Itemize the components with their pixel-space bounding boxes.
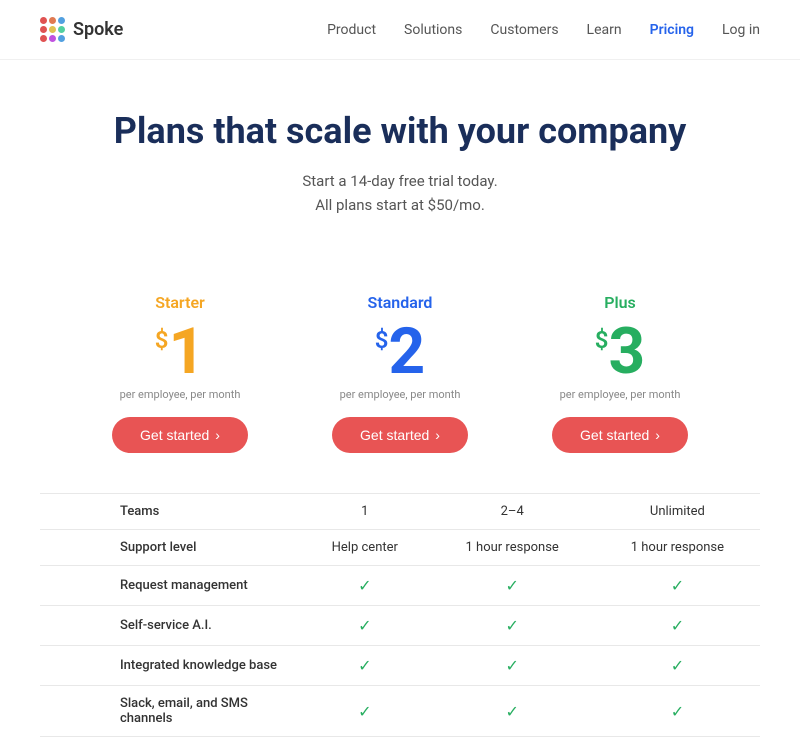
table-row: Integrated knowledge base ✓ ✓ ✓ — [40, 646, 760, 686]
standard-dollar: $ — [375, 326, 389, 354]
plus-get-started-button[interactable]: Get started › — [552, 417, 688, 453]
logo-icon — [40, 17, 65, 42]
plus-period: per employee, per month — [530, 388, 710, 401]
feature-standard-cell: ✓ — [430, 686, 595, 737]
starter-get-started-button[interactable]: Get started › — [112, 417, 248, 453]
plus-plan-name: Plus — [530, 293, 710, 312]
logo-text: Spoke — [73, 19, 123, 40]
feature-standard-cell: ✓ — [430, 606, 595, 646]
feature-standard-cell: 1 hour response — [430, 530, 595, 566]
standard-get-started-button[interactable]: Get started › — [332, 417, 468, 453]
hero-subtitle: Start a 14-day free trial today. All pla… — [40, 169, 760, 217]
standard-price-number: 2 — [389, 320, 426, 384]
nav-links: Product Solutions Customers Learn Pricin… — [327, 22, 760, 38]
feature-plus-cell: ✓ — [595, 686, 760, 737]
nav-solutions[interactable]: Solutions — [404, 22, 462, 38]
feature-starter-cell: ✓ — [300, 686, 430, 737]
pricing-cards: Starter $ 1 per employee, per month Get … — [0, 247, 800, 483]
check-icon: ✓ — [358, 576, 371, 595]
feature-label: Support level — [40, 530, 300, 566]
feature-table-wrapper: Teams12–4UnlimitedSupport levelHelp cent… — [0, 493, 800, 737]
nav-login[interactable]: Log in — [722, 22, 760, 38]
table-row: Support levelHelp center1 hour response1… — [40, 530, 760, 566]
check-icon: ✓ — [358, 656, 371, 675]
feature-standard-cell: ✓ — [430, 646, 595, 686]
feature-starter-cell: ✓ — [300, 606, 430, 646]
table-row: Teams12–4Unlimited — [40, 494, 760, 530]
plan-plus: Plus $ 3 per employee, per month Get sta… — [510, 277, 730, 473]
hero-title: Plans that scale with your company — [40, 110, 760, 153]
logo[interactable]: Spoke — [40, 17, 123, 42]
nav-product[interactable]: Product — [327, 22, 376, 38]
feature-starter-cell: 1 — [300, 494, 430, 530]
table-row: Slack, email, and SMS channels ✓ ✓ ✓ — [40, 686, 760, 737]
plan-starter: Starter $ 1 per employee, per month Get … — [70, 277, 290, 473]
feature-starter-cell: ✓ — [300, 646, 430, 686]
feature-plus-cell: 1 hour response — [595, 530, 760, 566]
nav-customers[interactable]: Customers — [490, 22, 558, 38]
feature-plus-cell: ✓ — [595, 646, 760, 686]
check-icon: ✓ — [358, 702, 371, 721]
plan-standard: Standard $ 2 per employee, per month Get… — [290, 277, 510, 473]
feature-starter-cell: Help center — [300, 530, 430, 566]
feature-standard-cell: 2–4 — [430, 494, 595, 530]
feature-label: Self-service A.I. — [40, 606, 300, 646]
feature-label: Slack, email, and SMS channels — [40, 686, 300, 737]
plus-dollar: $ — [595, 326, 609, 354]
starter-price-number: 1 — [169, 320, 206, 384]
check-icon: ✓ — [505, 616, 518, 635]
standard-price: $ 2 — [310, 320, 490, 384]
starter-period: per employee, per month — [90, 388, 270, 401]
check-icon: ✓ — [505, 656, 518, 675]
feature-plus-cell: ✓ — [595, 606, 760, 646]
check-icon: ✓ — [505, 576, 518, 595]
feature-label: Integrated knowledge base — [40, 646, 300, 686]
starter-price: $ 1 — [90, 320, 270, 384]
check-icon: ✓ — [358, 616, 371, 635]
starter-plan-name: Starter — [90, 293, 270, 312]
navbar: Spoke Product Solutions Customers Learn … — [0, 0, 800, 60]
check-icon: ✓ — [671, 702, 684, 721]
table-row: Self-service A.I. ✓ ✓ ✓ — [40, 606, 760, 646]
check-icon: ✓ — [671, 576, 684, 595]
feature-table: Teams12–4UnlimitedSupport levelHelp cent… — [40, 493, 760, 737]
standard-period: per employee, per month — [310, 388, 490, 401]
check-icon: ✓ — [671, 616, 684, 635]
nav-learn[interactable]: Learn — [587, 22, 622, 38]
check-icon: ✓ — [505, 702, 518, 721]
hero-section: Plans that scale with your company Start… — [0, 60, 800, 247]
standard-plan-name: Standard — [310, 293, 490, 312]
plus-price: $ 3 — [530, 320, 710, 384]
check-icon: ✓ — [671, 656, 684, 675]
feature-label: Teams — [40, 494, 300, 530]
plus-price-number: 3 — [609, 320, 646, 384]
nav-pricing[interactable]: Pricing — [650, 22, 694, 38]
starter-dollar: $ — [155, 326, 169, 354]
feature-plus-cell: Unlimited — [595, 494, 760, 530]
